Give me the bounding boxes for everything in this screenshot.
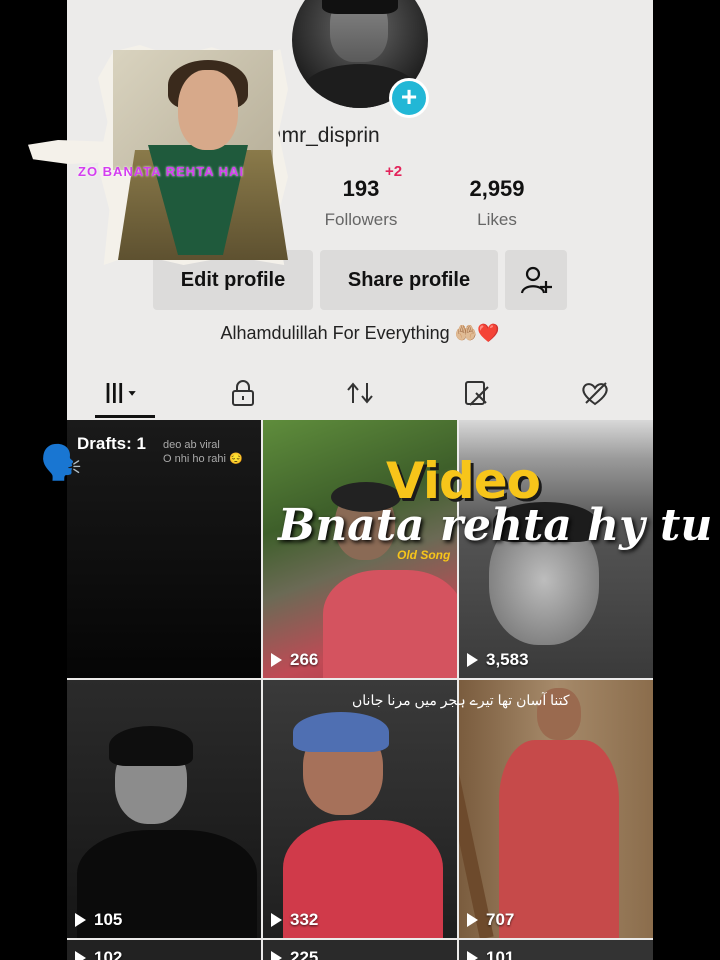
tab-private[interactable] bbox=[223, 376, 263, 410]
videos-grid-icon bbox=[106, 383, 136, 403]
overlay-subtitle: Bnata rehta hy tu bbox=[278, 500, 713, 551]
bio: Alhamdulillah For Everything 🤲🏼❤️ bbox=[220, 323, 500, 343]
view-count: 332 bbox=[271, 910, 318, 930]
add-story-button[interactable]: + bbox=[389, 78, 429, 118]
followers-label: Followers bbox=[324, 210, 398, 229]
video-tile[interactable]: 225 bbox=[263, 940, 457, 960]
active-tab-indicator bbox=[95, 415, 155, 418]
video-tile[interactable]: 101 bbox=[459, 940, 653, 960]
saved-icon bbox=[465, 381, 489, 406]
tab-videos[interactable] bbox=[103, 376, 143, 410]
view-count: 266 bbox=[271, 650, 318, 670]
play-icon bbox=[467, 951, 478, 960]
likes-label: Likes bbox=[477, 210, 517, 229]
person-hair bbox=[109, 726, 193, 766]
stick bbox=[459, 740, 494, 938]
avatar-hair bbox=[322, 0, 398, 14]
video-tile[interactable]: 707 bbox=[459, 680, 653, 938]
new-followers-badge: +2 bbox=[385, 163, 403, 180]
likes-stat[interactable]: 2,959 Likes bbox=[449, 176, 545, 230]
followers-stat[interactable]: 193 Followers bbox=[315, 176, 407, 230]
drafts-tile[interactable]: Drafts: 1 deo ab viral O nhi ho rahi 😔 bbox=[67, 420, 261, 678]
tab-liked[interactable] bbox=[575, 376, 615, 410]
play-icon bbox=[271, 951, 282, 960]
meme-sticker: ZO BANATA REHTA HAI bbox=[28, 40, 318, 270]
play-icon bbox=[271, 913, 282, 927]
view-count: 101 bbox=[467, 948, 514, 960]
speaking-head-emoji: 🗣️ bbox=[40, 444, 83, 482]
play-icon bbox=[75, 951, 86, 960]
person-shirt bbox=[323, 570, 457, 678]
drafts-note-line2: O nhi ho rahi 😔 bbox=[163, 453, 243, 465]
video-tile[interactable]: 102 bbox=[67, 940, 261, 960]
play-icon bbox=[467, 913, 478, 927]
add-friend-button[interactable] bbox=[505, 250, 567, 310]
play-icon bbox=[271, 653, 282, 667]
urdu-caption: کتنا آسان تھا تیرے ہجر میں مرنا جاناں bbox=[352, 692, 570, 708]
view-count: 102 bbox=[75, 948, 122, 960]
content-tabs bbox=[67, 368, 653, 418]
add-person-icon bbox=[520, 266, 552, 294]
video-tile[interactable]: 105 bbox=[67, 680, 261, 938]
drafts-note-line1: deo ab viral bbox=[163, 439, 220, 451]
view-count: 105 bbox=[75, 910, 122, 930]
play-icon bbox=[467, 653, 478, 667]
view-count: 707 bbox=[467, 910, 514, 930]
repost-icon bbox=[347, 382, 373, 404]
view-count: 3,583 bbox=[467, 650, 529, 670]
video-tile[interactable]: 332 bbox=[263, 680, 457, 938]
person-hair bbox=[293, 712, 389, 752]
lock-icon bbox=[232, 380, 254, 406]
drafts-title: Drafts: 1 bbox=[77, 434, 146, 453]
person-shirt bbox=[499, 740, 619, 938]
likes-count: 2,959 bbox=[469, 176, 525, 201]
sticker-face bbox=[178, 70, 238, 150]
sticker-caption: ZO BANATA REHTA HAI bbox=[78, 164, 245, 179]
tab-saved[interactable] bbox=[457, 376, 497, 410]
liked-icon bbox=[582, 382, 608, 406]
play-icon bbox=[75, 913, 86, 927]
tab-reposts[interactable] bbox=[340, 376, 380, 410]
share-profile-button[interactable]: Share profile bbox=[320, 250, 498, 310]
view-count: 225 bbox=[271, 948, 318, 960]
drafts-note: deo ab viral O nhi ho rahi 😔 bbox=[163, 438, 243, 466]
